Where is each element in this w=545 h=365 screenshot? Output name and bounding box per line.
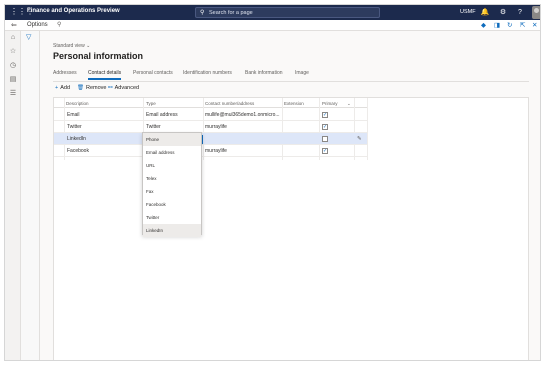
search-icon: ⚲ (200, 10, 205, 16)
tab-bank-information[interactable]: Bank information (245, 70, 283, 76)
filter-icon[interactable]: ▽ (26, 33, 31, 41)
filter-pane: ▽ (21, 31, 40, 360)
left-navigation: ⌂ ☆ ◷ ▤ ☰ (5, 31, 21, 360)
diamond-icon[interactable]: ◆ (481, 21, 486, 29)
advanced-icon: ⚯ (108, 85, 113, 91)
bell-icon[interactable]: 🔔 (480, 7, 490, 18)
chevron-down-icon[interactable]: ⌄ (347, 101, 351, 107)
modules-icon[interactable]: ▤ (8, 75, 18, 85)
main-content: Standard view ⌄ Personal information Add… (40, 31, 540, 360)
help-icon[interactable]: ? (515, 7, 525, 18)
table-row[interactable]: Email Email address mullife@mul365demo1.… (54, 109, 367, 121)
table-row[interactable]: Facebook murraylife ✓ (54, 145, 367, 157)
action-bar: ⇐ Options ⚲ ◆ ◨ ↻ ⇱ ✕ (5, 20, 540, 31)
dropdown-option-linkedin[interactable]: LinkedIn (143, 224, 201, 237)
back-icon[interactable]: ⇐ (11, 21, 17, 29)
cell-type: Twitter (146, 124, 161, 130)
search-icon[interactable]: ⚲ (57, 21, 61, 28)
search-input[interactable]: ⚲ Search for a page (195, 7, 380, 18)
column-extension[interactable]: Extension (284, 101, 304, 106)
add-button[interactable]: + Add (55, 85, 70, 91)
column-primary[interactable]: Primary (322, 101, 338, 106)
office-icon[interactable]: ◨ (494, 21, 500, 29)
primary-checkbox[interactable] (322, 136, 328, 142)
refresh-icon[interactable]: ↻ (507, 21, 512, 29)
primary-checkbox[interactable]: ✓ (322, 148, 328, 154)
grid-header: Description Type Contact number/address … (54, 98, 367, 108)
tab-identification-numbers[interactable]: Identification numbers (183, 70, 232, 76)
contact-grid: Description Type Contact number/address … (53, 97, 529, 360)
remove-button[interactable]: 🗑 Remove (77, 85, 106, 91)
table-row-selected[interactable]: LinkedIn Phone ⌄ ✎ (54, 133, 367, 145)
tab-contact-details[interactable]: Contact details (88, 70, 122, 80)
tab-addresses[interactable]: Addresses (53, 70, 77, 76)
view-selector-label: Standard view (53, 43, 85, 49)
cell-description: Twitter (67, 124, 82, 130)
primary-checkbox[interactable]: ✓ (322, 112, 328, 118)
top-bar: ⋮⋮⋮ Finance and Operations Preview ⚲ Sea… (5, 5, 540, 20)
waffle-icon[interactable]: ⋮⋮⋮ (10, 7, 34, 17)
cell-type: Email address (146, 112, 178, 118)
dropdown-option-twitter[interactable]: Twitter (143, 211, 201, 224)
cell-description: Email (67, 112, 80, 118)
avatar[interactable] (532, 6, 540, 19)
home-icon[interactable]: ⌂ (8, 33, 18, 43)
tab-divider (53, 81, 529, 82)
plus-icon: + (55, 85, 59, 91)
app-window: ⋮⋮⋮ Finance and Operations Preview ⚲ Sea… (4, 4, 541, 361)
dropdown-option-telex[interactable]: Telex (143, 172, 201, 185)
advanced-button[interactable]: ⚯ Advanced (108, 85, 139, 91)
popout-icon[interactable]: ⇱ (520, 21, 525, 29)
primary-checkbox[interactable]: ✓ (322, 124, 328, 130)
tab-personal-contacts[interactable]: Personal contacts (133, 70, 173, 76)
chevron-down-icon: ⌄ (86, 43, 91, 49)
page-title: Personal information (53, 51, 144, 61)
column-type[interactable]: Type (146, 101, 156, 106)
edit-icon[interactable]: ✎ (357, 136, 362, 142)
type-dropdown-list: Phone Email address URL Telex Fax Facebo… (142, 132, 202, 237)
table-row[interactable]: Twitter Twitter murraylife ✓ (54, 121, 367, 133)
close-icon[interactable]: ✕ (532, 21, 537, 29)
column-contact[interactable]: Contact number/address (205, 101, 254, 106)
search-placeholder: Search for a page (209, 9, 253, 16)
cell-contact: mullife@mul365demo1.onmicro... (205, 112, 280, 118)
advanced-label: Advanced (114, 85, 140, 91)
star-icon[interactable]: ☆ (8, 47, 18, 57)
dropdown-option-email[interactable]: Email address (143, 146, 201, 159)
company-picker[interactable]: USMF (460, 9, 476, 15)
cell-contact: murraylife (205, 148, 227, 154)
clock-icon[interactable]: ◷ (8, 61, 18, 71)
cell-description: Facebook (67, 148, 89, 154)
gear-icon[interactable]: ⚙ (498, 7, 508, 18)
add-label: Add (60, 85, 71, 91)
tab-image[interactable]: Image (295, 70, 309, 76)
dropdown-option-fax[interactable]: Fax (143, 185, 201, 198)
trash-icon: 🗑 (77, 85, 84, 91)
column-description[interactable]: Description (66, 101, 89, 106)
options-tab[interactable]: Options (27, 22, 48, 28)
cell-description: LinkedIn (67, 136, 86, 142)
dropdown-option-phone[interactable]: Phone (143, 133, 201, 146)
cell-contact: murraylife (205, 124, 227, 130)
column-divider (367, 98, 368, 160)
view-selector[interactable]: Standard view ⌄ (53, 43, 90, 49)
remove-label: Remove (85, 85, 107, 91)
dropdown-option-url[interactable]: URL (143, 159, 201, 172)
dropdown-option-facebook[interactable]: Facebook (143, 198, 201, 211)
list-icon[interactable]: ☰ (8, 89, 18, 99)
app-title: Finance and Operations Preview (27, 8, 120, 14)
